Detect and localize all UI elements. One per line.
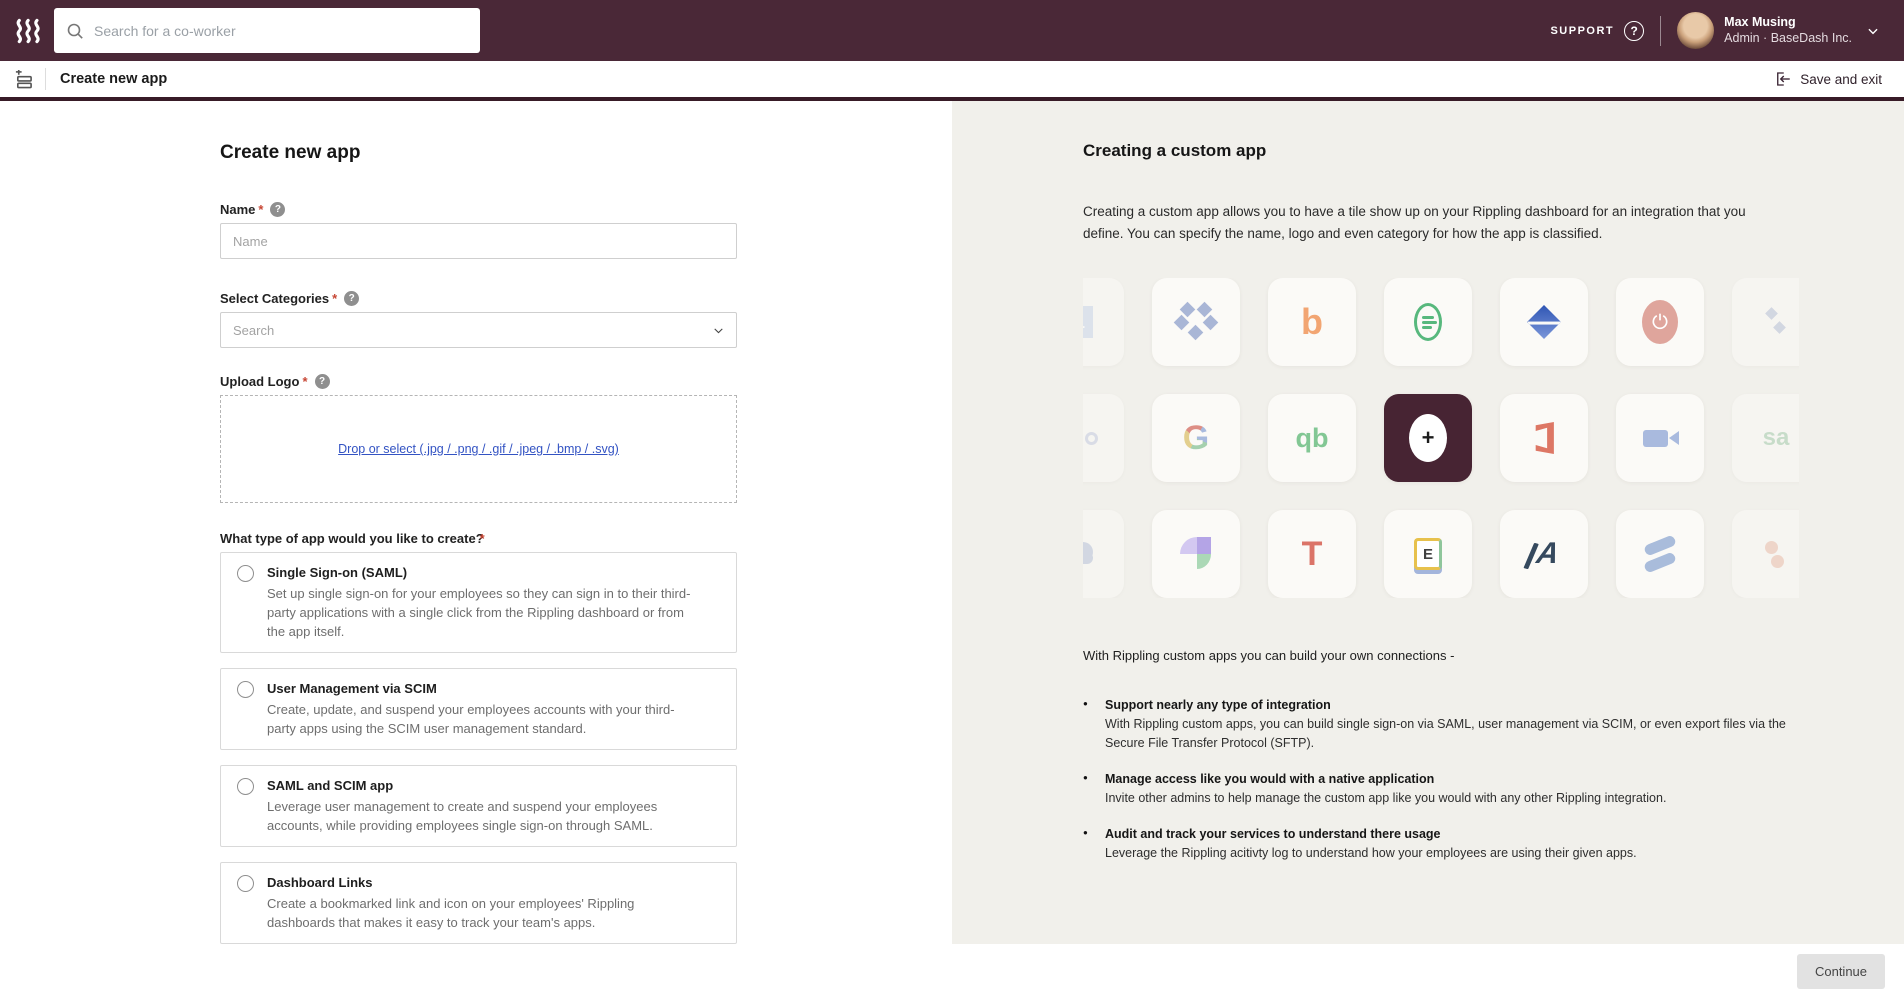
diamonds-fragment-icon: [1763, 305, 1789, 339]
logo-help-icon[interactable]: ?: [315, 374, 330, 389]
user-role: Admin · BaseDash Inc.: [1724, 31, 1852, 47]
logo-dropzone[interactable]: Drop or select (.jpg / .png / .gif / .jp…: [220, 395, 737, 503]
required-asterisk: *: [332, 291, 337, 306]
app-tile: [1152, 278, 1240, 366]
plus-icon: +: [1409, 414, 1447, 462]
app-type-question: What type of app would you like to creat…: [220, 531, 737, 546]
user-name: Max Musing: [1724, 15, 1852, 31]
e-box-icon: E: [1414, 538, 1442, 570]
page-title: Create new app: [60, 71, 167, 87]
user-menu-chevron-icon[interactable]: [1866, 24, 1880, 38]
panel-intro: Creating a custom app allows you to have…: [1083, 201, 1783, 245]
app-tile: [1732, 278, 1799, 366]
app-tile: T: [1268, 510, 1356, 598]
app-tile: [1500, 278, 1588, 366]
flow-toolbar: Create new app Save and exit: [0, 61, 1904, 101]
create-new-app-page: SUPPORT ? Max Musing Admin · BaseDash In…: [0, 0, 1904, 999]
app-tile: G: [1152, 394, 1240, 482]
ro-fragment-icon: ro: [1083, 427, 1098, 450]
rippling-logo-icon[interactable]: [14, 16, 46, 46]
app-tile: A: [1500, 510, 1588, 598]
create-app-form: Create new app Name* ? Select Categories…: [0, 101, 952, 944]
app-tile: [1500, 394, 1588, 482]
form-title: Create new app: [220, 142, 737, 164]
option-saml-and-scim[interactable]: SAML and SCIM app Leverage user manageme…: [220, 765, 737, 847]
dots-fragment-icon: [1763, 537, 1789, 571]
save-and-exit-label: Save and exit: [1800, 72, 1882, 87]
required-asterisk: *: [258, 202, 263, 217]
categories-help-icon[interactable]: ?: [344, 291, 359, 306]
option-single-sign-on[interactable]: Single Sign-on (SAML) Set up single sign…: [220, 552, 737, 653]
custom-app-tile: +: [1384, 394, 1472, 482]
support-help-icon[interactable]: ?: [1624, 21, 1644, 41]
power-icon: [1642, 300, 1678, 344]
app-tile: [1384, 278, 1472, 366]
office-icon: [1531, 422, 1557, 454]
app-tile: 1: [1083, 278, 1124, 366]
list-item: Manage access like you would with a nati…: [1083, 770, 1804, 808]
list-plus-icon[interactable]: [14, 70, 33, 89]
header-divider: [1660, 16, 1661, 46]
radio-icon[interactable]: [237, 681, 254, 698]
top-header: SUPPORT ? Max Musing Admin · BaseDash In…: [0, 0, 1904, 61]
app-tile: [1616, 394, 1704, 482]
name-input[interactable]: [220, 223, 737, 259]
confluence-curves-icon: [1642, 537, 1678, 571]
app-icon-fragment: 1: [1083, 306, 1093, 338]
exit-icon: [1774, 70, 1792, 88]
name-help-icon[interactable]: ?: [270, 202, 285, 217]
app-tile: ro: [1083, 394, 1124, 482]
app-tile: [1616, 278, 1704, 366]
search-input[interactable]: [94, 23, 468, 39]
app-tile: E: [1384, 510, 1472, 598]
app-tile: [1152, 510, 1240, 598]
logo-label: Upload Logo* ?: [220, 374, 737, 389]
toolbar-divider: [45, 68, 46, 90]
categories-select[interactable]: [220, 312, 737, 348]
video-camera-icon: [1643, 430, 1668, 447]
option-dashboard-links[interactable]: Dashboard Links Create a bookmarked link…: [220, 862, 737, 944]
pentagon-diamonds-icon: [1176, 304, 1216, 340]
panel-title: Creating a custom app: [1083, 141, 1804, 161]
letter-t-icon: T: [1302, 535, 1323, 574]
app-tile: [1083, 510, 1124, 598]
custom-app-info-panel: Creating a custom app Creating a custom …: [952, 101, 1904, 944]
benefits-list: Support nearly any type of integration W…: [1083, 696, 1804, 863]
user-avatar[interactable]: [1677, 12, 1714, 49]
app-tile: qb: [1268, 394, 1356, 482]
cloud-fragment-icon: [1083, 542, 1097, 566]
google-g-icon: G: [1183, 419, 1209, 458]
save-and-exit-button[interactable]: Save and exit: [1774, 70, 1882, 88]
required-asterisk: *: [302, 374, 307, 389]
support-link[interactable]: SUPPORT: [1550, 25, 1614, 37]
app-tile: [1732, 510, 1799, 598]
categories-label: Select Categories* ?: [220, 291, 737, 306]
name-label: Name* ?: [220, 202, 737, 217]
app-tile-grid: 1 b ro G qb + sa: [1083, 278, 1799, 598]
radio-icon[interactable]: [237, 565, 254, 582]
leaf-icon: [1180, 537, 1212, 571]
radio-icon[interactable]: [237, 778, 254, 795]
app-tile: b: [1268, 278, 1356, 366]
jira-diamond-icon: [1527, 305, 1561, 339]
connections-line: With Rippling custom apps you can build …: [1083, 648, 1804, 663]
letter-b-icon: b: [1301, 301, 1323, 343]
user-info[interactable]: Max Musing Admin · BaseDash Inc.: [1724, 15, 1852, 46]
coworker-search[interactable]: [54, 8, 480, 53]
list-item: Audit and track your services to underst…: [1083, 825, 1804, 863]
radio-icon[interactable]: [237, 875, 254, 892]
app-tile: [1616, 510, 1704, 598]
oval-lines-icon: [1414, 303, 1442, 341]
quickbooks-icon: qb: [1296, 423, 1329, 454]
option-scim[interactable]: User Management via SCIM Create, update,…: [220, 668, 737, 750]
continue-button[interactable]: Continue: [1797, 954, 1885, 989]
logo-upload-link[interactable]: Drop or select (.jpg / .png / .gif / .jp…: [338, 442, 619, 456]
search-icon: [66, 22, 84, 40]
slanted-a-icon: A: [1527, 539, 1562, 569]
list-item: Support nearly any type of integration W…: [1083, 696, 1804, 753]
footer-bar: Continue: [0, 944, 1904, 999]
app-tile: sa: [1732, 394, 1799, 482]
sa-fragment-icon: sa: [1763, 424, 1790, 452]
